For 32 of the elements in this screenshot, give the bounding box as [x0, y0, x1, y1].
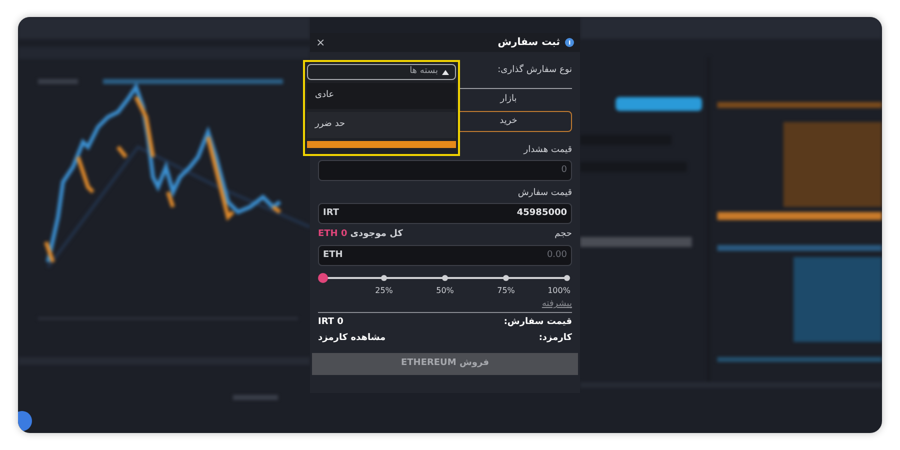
- field-value: 45985000: [516, 206, 567, 220]
- dropdown-option[interactable]: حد ضرر: [307, 112, 456, 138]
- percent-tick-label: 100%: [548, 285, 570, 297]
- slider-thumb[interactable]: [318, 273, 328, 283]
- advanced-link[interactable]: پیشرفته: [542, 298, 572, 310]
- field-label: حجم: [554, 228, 572, 242]
- alert-price-field[interactable]: 0: [318, 160, 572, 181]
- field-placeholder: 0.00: [546, 248, 567, 262]
- summary-label: قیمت سفارش:: [504, 316, 572, 329]
- order-type-select[interactable]: بسته ها: [307, 64, 456, 80]
- order-type-label: نوع سفارش گذاری:: [498, 64, 572, 77]
- info-dot-icon: [565, 38, 574, 47]
- order-price-field[interactable]: IRT 45985000: [318, 203, 572, 224]
- percent-tick-label: 25%: [375, 285, 393, 297]
- percent-slider[interactable]: [318, 272, 572, 284]
- close-button[interactable]: ×: [316, 37, 326, 48]
- caret-up-icon: [442, 70, 449, 74]
- field-label: قیمت هشدار: [524, 144, 572, 156]
- unit-label: IRT: [323, 206, 340, 220]
- percent-tick-label: 75%: [497, 285, 515, 297]
- summary-value: IRT 0: [318, 316, 344, 329]
- field-label: قیمت سفارش: [518, 187, 572, 199]
- dropdown-option[interactable]: عادی: [307, 83, 456, 109]
- percent-tick-label: 50%: [436, 285, 454, 297]
- balance-value: ETH 0: [318, 228, 348, 242]
- volume-field[interactable]: ETH 0.00: [318, 245, 572, 266]
- dialog-title: ثبت سفارش: [498, 36, 560, 50]
- summary-label: کارمزد:: [538, 332, 572, 345]
- fee-link[interactable]: مشاهده کارمزد: [318, 332, 386, 346]
- balance-label: کل موجودی: [350, 228, 403, 242]
- field-placeholder: 0: [561, 164, 567, 177]
- unit-label: ETH: [323, 248, 343, 262]
